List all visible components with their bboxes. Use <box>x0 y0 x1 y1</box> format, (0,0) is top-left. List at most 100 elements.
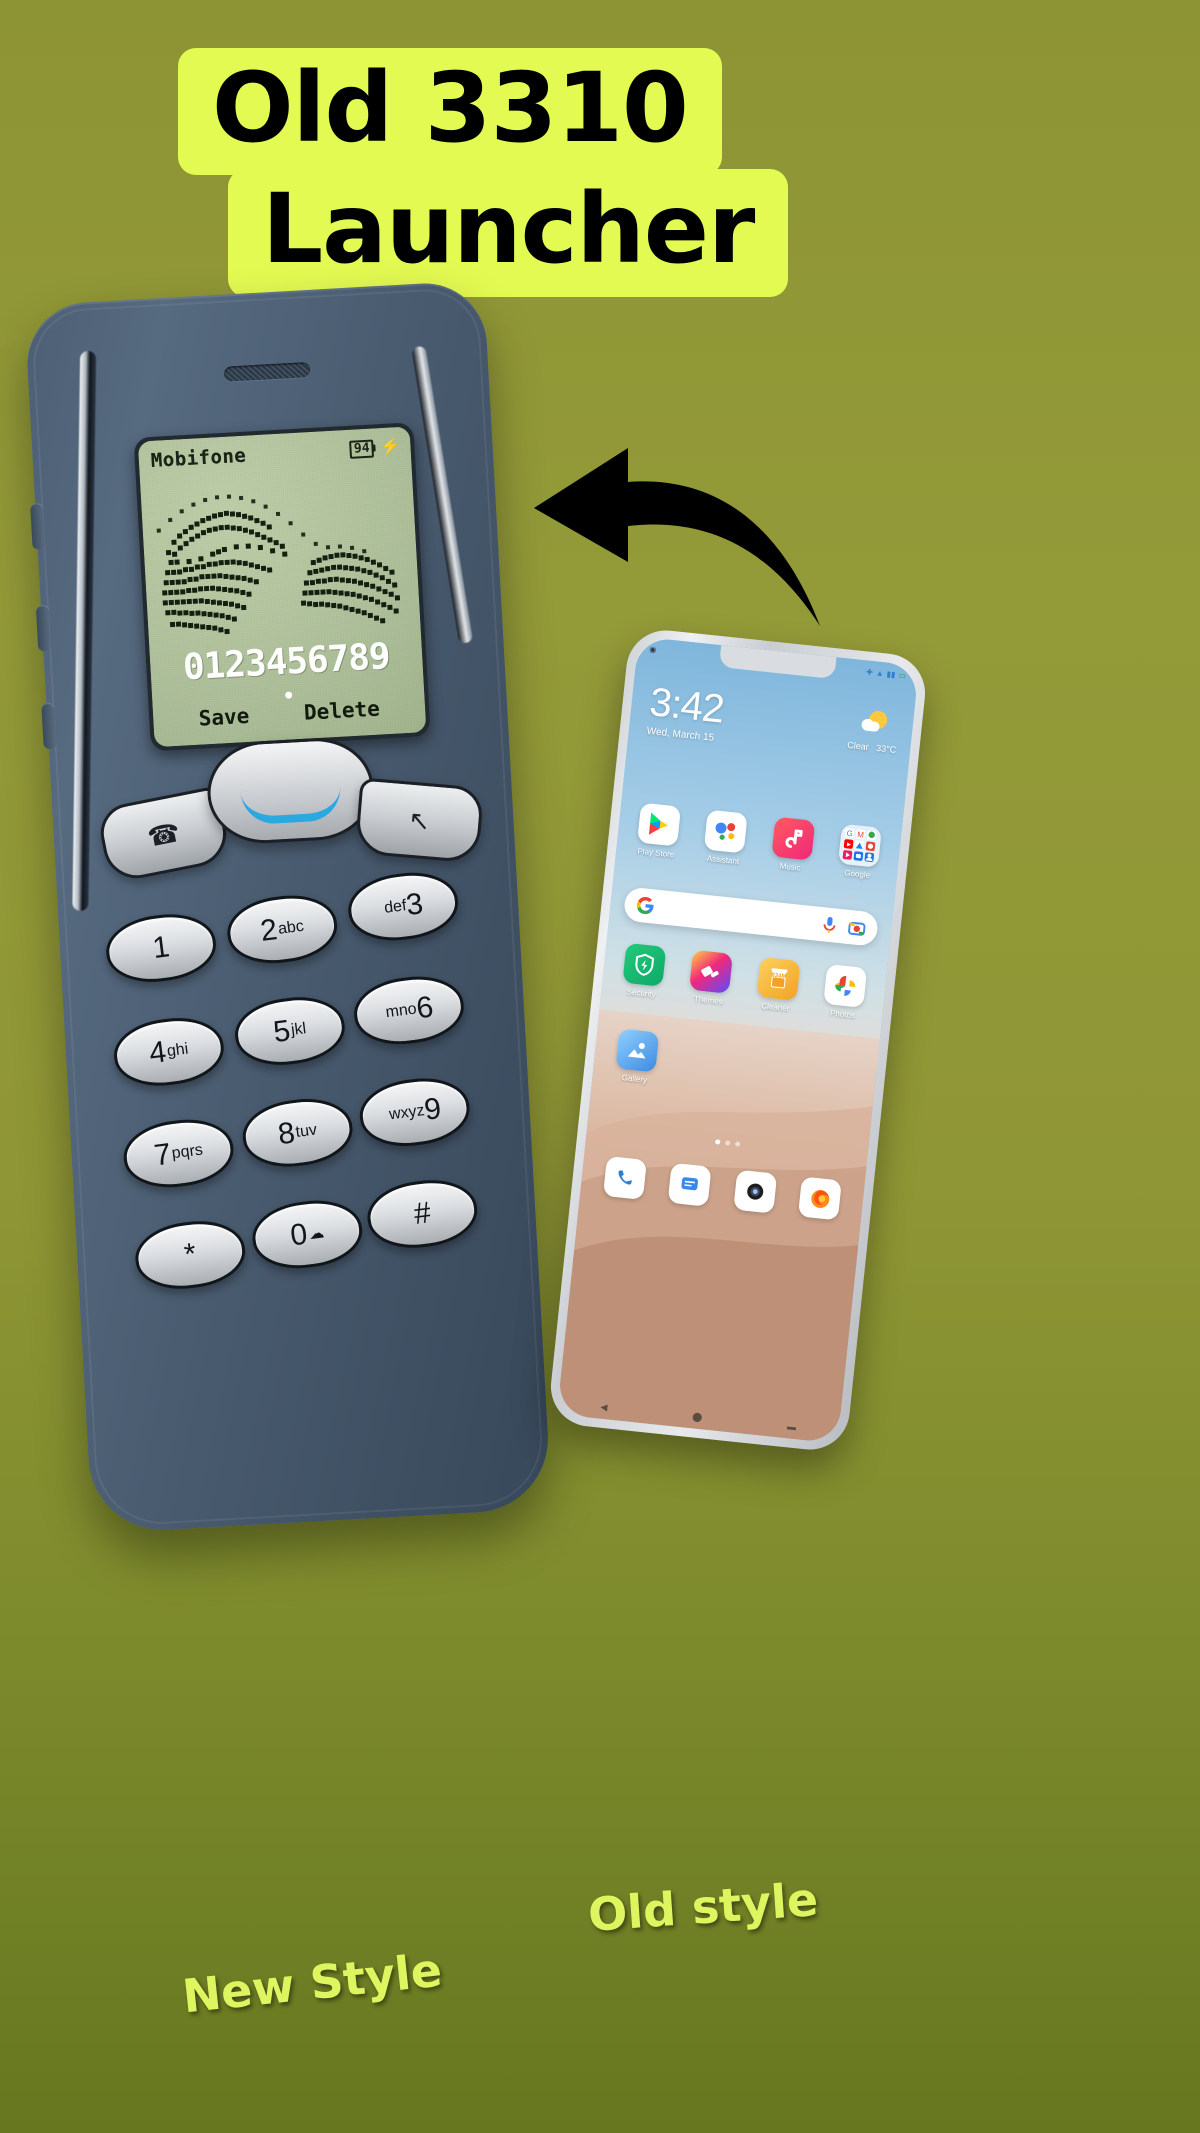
lcd-softkey-bar: Save Delete <box>153 694 426 733</box>
page-dot-3[interactable] <box>734 1141 740 1147</box>
app-play-store[interactable]: Play Store <box>630 802 687 860</box>
key-digit: 0 <box>288 1217 310 1253</box>
key-digit: # <box>411 1196 433 1231</box>
page-title-line1: Old 3310 <box>178 48 722 176</box>
caption-new-style: New Style <box>179 1942 445 2024</box>
camera-icon[interactable] <box>733 1169 777 1214</box>
messages-icon[interactable] <box>667 1162 712 1207</box>
key-digit: 6 <box>414 990 436 1026</box>
back-icon[interactable]: ◀ <box>600 1401 608 1413</box>
themes-icon <box>689 949 734 994</box>
key-0[interactable]: 0 ☁ <box>248 1194 367 1275</box>
sun-cloud-icon <box>862 710 888 732</box>
music-note-icon <box>771 816 816 861</box>
modern-phone-body: ◉ ✚ ▲ ▮▮ ▭ 3:42 Wed, March 15 Clear 33°C… <box>547 626 929 1454</box>
gallery-icon <box>615 1028 660 1073</box>
key-letters: ghi <box>165 1040 190 1061</box>
key-digit: 4 <box>147 1035 169 1071</box>
caption-old-style: Old style <box>586 1872 820 1942</box>
key-digit: 1 <box>150 930 172 966</box>
center-smile-indicator <box>240 785 343 826</box>
key-letters: def <box>383 897 408 917</box>
key-digit: 9 <box>422 1092 444 1127</box>
lcd-screen[interactable]: Mobifone 94 ⚡ 0123456789 Save Delete <box>137 426 427 748</box>
key-letters: abc <box>277 917 305 938</box>
end-call-arrow-icon: ↖ <box>407 804 432 836</box>
key-letters: tuv <box>294 1121 318 1141</box>
volume-up-button[interactable] <box>30 503 46 550</box>
nokia-3310-phone: Mobifone 94 ⚡ 0123456789 Save Delete ☎ ↖… <box>24 280 552 1534</box>
app-gallery[interactable]: Gallery <box>608 1028 665 1086</box>
microphone-icon <box>823 916 836 933</box>
clock-widget[interactable]: 3:42 Wed, March 15 <box>646 680 726 744</box>
key-digit: 3 <box>404 887 425 923</box>
app-cleaner[interactable]: 834M Cleaner <box>749 956 806 1014</box>
key-digit: * <box>182 1237 199 1272</box>
battery-indicator: 94 ⚡ <box>349 438 401 459</box>
folder-google[interactable]: G M Google <box>831 823 888 881</box>
power-button[interactable] <box>41 702 57 750</box>
recents-icon[interactable]: ▬ <box>787 1421 797 1432</box>
google-photos-icon <box>823 963 868 1008</box>
softkey-save-label[interactable]: Save <box>198 704 250 731</box>
app-security[interactable]: Security <box>615 942 672 1000</box>
cleaner-icon: 834M <box>756 956 801 1001</box>
key-5[interactable]: 5 jkl <box>231 991 349 1071</box>
home-icon[interactable]: ⬤ <box>692 1411 703 1423</box>
lcd-wallpaper-handshake-art <box>146 471 413 645</box>
signal-icon: ▮▮ <box>886 669 896 679</box>
key-4[interactable]: 4 ghi <box>110 1012 228 1092</box>
google-lens-icon <box>848 921 866 936</box>
svg-text:G: G <box>846 829 853 839</box>
key-1[interactable]: 1 <box>102 908 220 988</box>
volume-down-button[interactable] <box>35 604 52 652</box>
center-select-button[interactable] <box>204 735 377 847</box>
app-assistant[interactable]: Assistant <box>697 809 754 867</box>
title-block: Old 3310 Launcher <box>0 48 1200 297</box>
key-digit: 5 <box>271 1014 293 1050</box>
svg-text:M: M <box>857 830 865 840</box>
key-letters: jkl <box>290 1020 308 1039</box>
firefox-icon[interactable] <box>798 1176 843 1221</box>
page-title-line2: Launcher <box>228 169 789 297</box>
key-2[interactable]: 2 abc <box>223 889 341 969</box>
key-letters: mno <box>384 1000 418 1022</box>
security-shield-icon <box>622 942 667 987</box>
lcd-center-dot <box>284 691 293 699</box>
phone-icon[interactable] <box>602 1155 647 1200</box>
nokia-keypad: 1 2 abc def 3 4 ghi 5 jkl mno 6 7 pqrs 8 tuv wx… <box>99 866 500 1352</box>
key-digit: 2 <box>258 913 280 948</box>
modern-phone-screen[interactable]: ◉ ✚ ▲ ▮▮ ▭ 3:42 Wed, March 15 Clear 33°C… <box>556 636 920 1444</box>
wifi-icon: ▲ <box>875 667 885 678</box>
key-6[interactable]: mno 6 <box>350 970 468 1051</box>
charging-bolt-icon: ⚡ <box>380 438 401 457</box>
location-icon: ◉ <box>648 644 657 654</box>
lcd-frame: Mobifone 94 ⚡ 0123456789 Save Delete <box>133 422 431 752</box>
google-folder-icon: G M <box>838 823 883 868</box>
key-letters: pqrs <box>170 1141 204 1163</box>
page-dot-1[interactable] <box>714 1139 720 1145</box>
flashlight-bulb-icon: ☁ <box>308 1224 326 1244</box>
key-7[interactable]: 7 pqrs <box>119 1113 238 1194</box>
weather-widget[interactable]: Clear 33°C <box>847 707 900 755</box>
app-themes[interactable]: Themes <box>682 949 739 1007</box>
play-store-icon <box>636 802 681 847</box>
key-digit: 7 <box>152 1137 173 1173</box>
key-hash[interactable]: # <box>363 1174 482 1254</box>
modern-android-phone: ◉ ✚ ▲ ▮▮ ▭ 3:42 Wed, March 15 Clear 33°C… <box>547 626 929 1454</box>
google-g-icon <box>636 897 654 915</box>
app-photos[interactable]: Photos <box>816 963 873 1021</box>
page-dot-2[interactable] <box>724 1140 730 1146</box>
key-9[interactable]: wxyz 9 <box>355 1072 474 1152</box>
clock-time: 3:42 <box>647 680 726 732</box>
key-letters: wxyz <box>388 1102 426 1124</box>
app-music[interactable]: Music <box>764 816 821 874</box>
key-star[interactable]: * <box>131 1215 249 1295</box>
battery-level-label: 94 <box>349 439 375 459</box>
nokia-nav-cluster: ☎ ↖ <box>95 734 485 893</box>
bluetooth-icon: ✚ <box>865 666 874 677</box>
end-call-button[interactable]: ↖ <box>354 777 485 864</box>
softkey-delete-label[interactable]: Delete <box>303 697 380 725</box>
google-assistant-icon <box>703 809 748 854</box>
key-8[interactable]: 8 tuv <box>238 1093 357 1173</box>
